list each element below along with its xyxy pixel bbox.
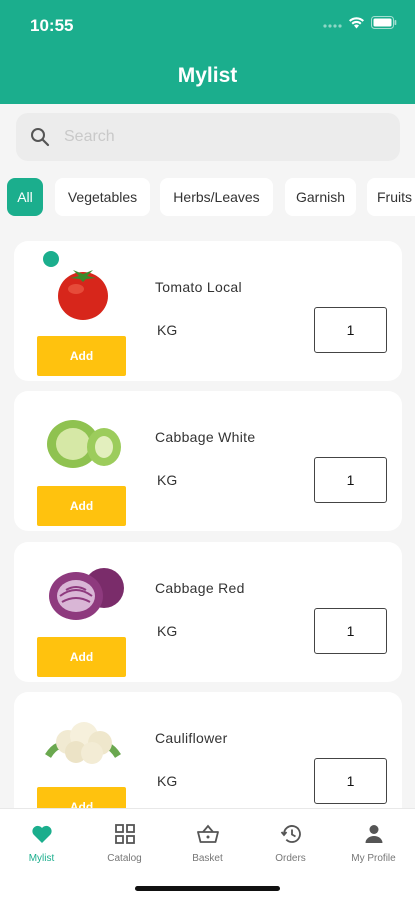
product-name: Tomato Local (155, 279, 242, 295)
search-input[interactable] (64, 128, 354, 146)
tab-basket[interactable]: Basket (166, 821, 249, 864)
person-icon (365, 825, 382, 843)
tab-my-profile[interactable]: My Profile (332, 821, 415, 864)
search-bar[interactable] (16, 113, 400, 161)
home-indicator (135, 886, 280, 891)
tab-label: Catalog (107, 853, 142, 864)
product-card: Add Tomato Local KG 1 (14, 241, 402, 381)
status-bar: 10:55 (0, 0, 415, 50)
product-unit: KG (157, 773, 178, 789)
basket-icon (196, 824, 219, 843)
quantity-input[interactable]: 1 (314, 608, 387, 654)
battery-icon (371, 16, 397, 29)
quantity-input[interactable]: 1 (314, 758, 387, 804)
quantity-input[interactable]: 1 (314, 307, 387, 353)
product-name: Cabbage White (155, 429, 256, 445)
add-button[interactable]: Add (37, 637, 126, 677)
product-card: Add Cabbage Red KG 1 (14, 542, 402, 682)
product-list: Add Tomato Local KG 1 Add Cabbage White … (0, 228, 415, 808)
tab-label: Orders (275, 853, 306, 864)
category-chip-vegetables[interactable]: Vegetables (55, 178, 150, 216)
tab-label: My Profile (351, 853, 396, 864)
tab-label: Basket (192, 853, 223, 864)
search-icon (31, 128, 50, 147)
add-button[interactable]: Add (37, 486, 126, 526)
red-cabbage-image (49, 568, 124, 620)
white-cabbage-image (47, 420, 121, 468)
category-chip-garnish[interactable]: Garnish (285, 178, 356, 216)
page-title: Mylist (177, 64, 238, 87)
app-header: 10:55 Mylist (0, 0, 415, 104)
signal-icon (323, 23, 342, 28)
category-chip-herbs-leaves[interactable]: Herbs/Leaves (160, 178, 273, 216)
add-button[interactable]: Add (37, 787, 126, 808)
heart-icon (31, 825, 52, 843)
quantity-input[interactable]: 1 (314, 457, 387, 503)
product-unit: KG (157, 623, 178, 639)
wifi-icon (349, 17, 364, 29)
status-icons (322, 16, 397, 29)
tab-mylist[interactable]: Mylist (0, 821, 83, 864)
category-chip-fruits[interactable]: Fruits (367, 178, 415, 216)
product-name: Cauliflower (155, 730, 228, 746)
product-card: Add Cabbage White KG 1 (14, 391, 402, 531)
history-icon (280, 825, 301, 843)
product-unit: KG (157, 472, 178, 488)
tomato-image (58, 270, 108, 320)
cauliflower-image (45, 722, 121, 764)
tab-orders[interactable]: Orders (249, 821, 332, 864)
product-card: Add Cauliflower KG 1 (14, 692, 402, 808)
category-chip-all[interactable]: All (7, 178, 43, 216)
status-time: 10:55 (30, 16, 74, 35)
product-name: Cabbage Red (155, 580, 245, 596)
product-unit: KG (157, 322, 178, 338)
tab-catalog[interactable]: Catalog (83, 821, 166, 864)
grid-icon (114, 824, 135, 844)
add-button[interactable]: Add (37, 336, 126, 376)
tab-label: Mylist (28, 853, 55, 864)
category-filter: All Vegetables Herbs/Leaves Garnish Frui… (0, 178, 415, 218)
